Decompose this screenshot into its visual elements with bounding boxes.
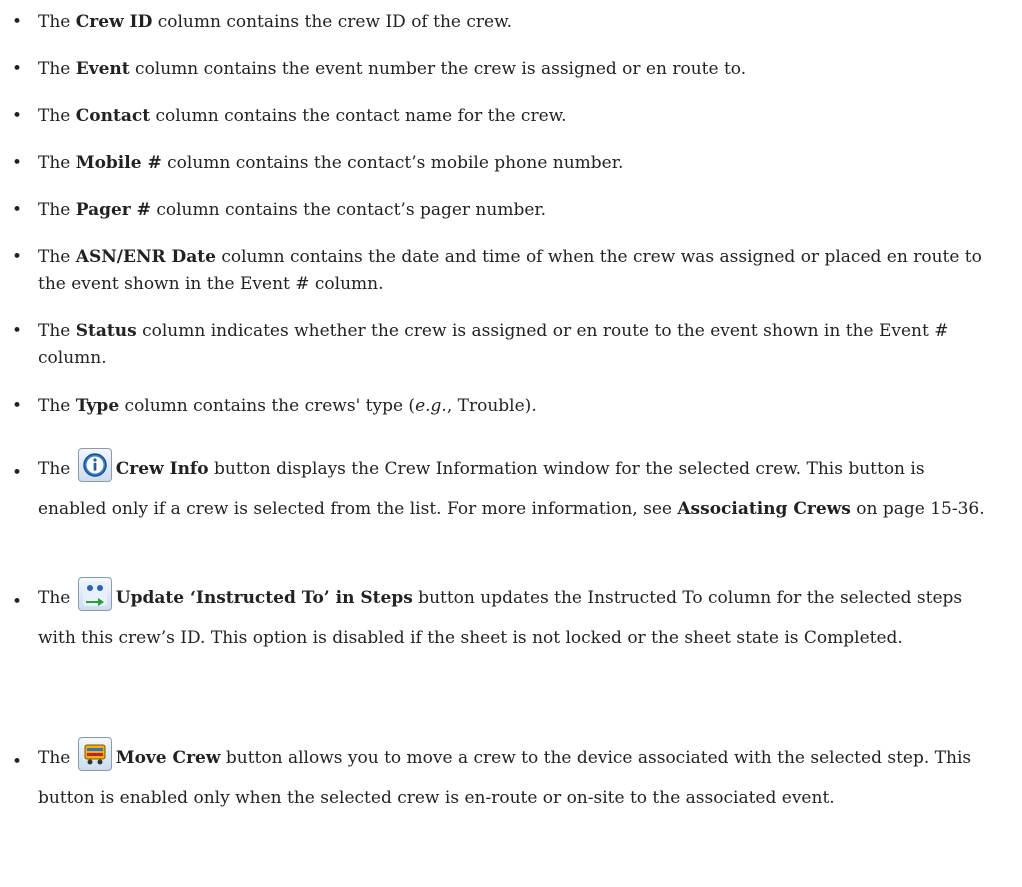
bullet: • <box>12 200 23 220</box>
bullet: • <box>12 396 23 416</box>
example-abbrev: e.g. <box>415 396 447 416</box>
term: Pager # <box>75 200 151 220</box>
bullet: • <box>12 247 23 267</box>
bullet: • <box>12 321 23 341</box>
item-text: The <box>38 59 76 79</box>
item-text: The <box>38 396 76 416</box>
bullet: • <box>12 59 23 79</box>
term: Type <box>75 396 120 416</box>
item-text: column indicates whether the crew is ass… <box>38 321 949 368</box>
term: Move Crew <box>115 748 221 768</box>
item-text: The <box>38 588 76 608</box>
term: Crew Info <box>115 459 209 479</box>
term: Mobile # <box>75 153 162 173</box>
item-text: The <box>38 247 76 267</box>
term: ASN/ENR Date <box>75 247 216 267</box>
item-text: The <box>38 106 76 126</box>
item-text: on page 15-36. <box>850 499 985 519</box>
item-text: The <box>38 321 76 341</box>
item-text: column contains the crew ID of the crew. <box>152 12 513 32</box>
bullet: • <box>12 12 23 32</box>
item-text: The <box>38 12 76 32</box>
item-text: The <box>38 748 76 768</box>
term: Update ‘Instructed To’ in Steps <box>115 588 413 608</box>
bullet: • <box>12 592 23 612</box>
crew-swap-icon <box>77 577 112 611</box>
term: Crew ID <box>75 12 153 32</box>
item-text: column contains the contact’s pager numb… <box>150 200 547 220</box>
bullet: • <box>12 752 23 772</box>
see-reference-link[interactable]: Associating Crews <box>677 499 850 519</box>
item-text: column contains the event number the cre… <box>129 59 747 79</box>
bullet: • <box>12 463 23 483</box>
item-text: , Trouble). <box>446 396 537 416</box>
item-text: The <box>38 200 76 220</box>
item-text: column contains the crews' type ( <box>119 396 416 416</box>
item-text: column contains the contact’s mobile pho… <box>161 153 624 173</box>
bullet: • <box>12 106 23 126</box>
item-text: The <box>38 153 76 173</box>
truck-icon <box>77 737 112 771</box>
info-icon <box>77 448 112 482</box>
item-text: column contains the contact name for the… <box>150 106 567 126</box>
bullet: • <box>12 153 23 173</box>
term: Contact <box>75 106 151 126</box>
term: Event <box>75 59 130 79</box>
item-text: The <box>38 459 76 479</box>
term: Status <box>75 321 137 341</box>
